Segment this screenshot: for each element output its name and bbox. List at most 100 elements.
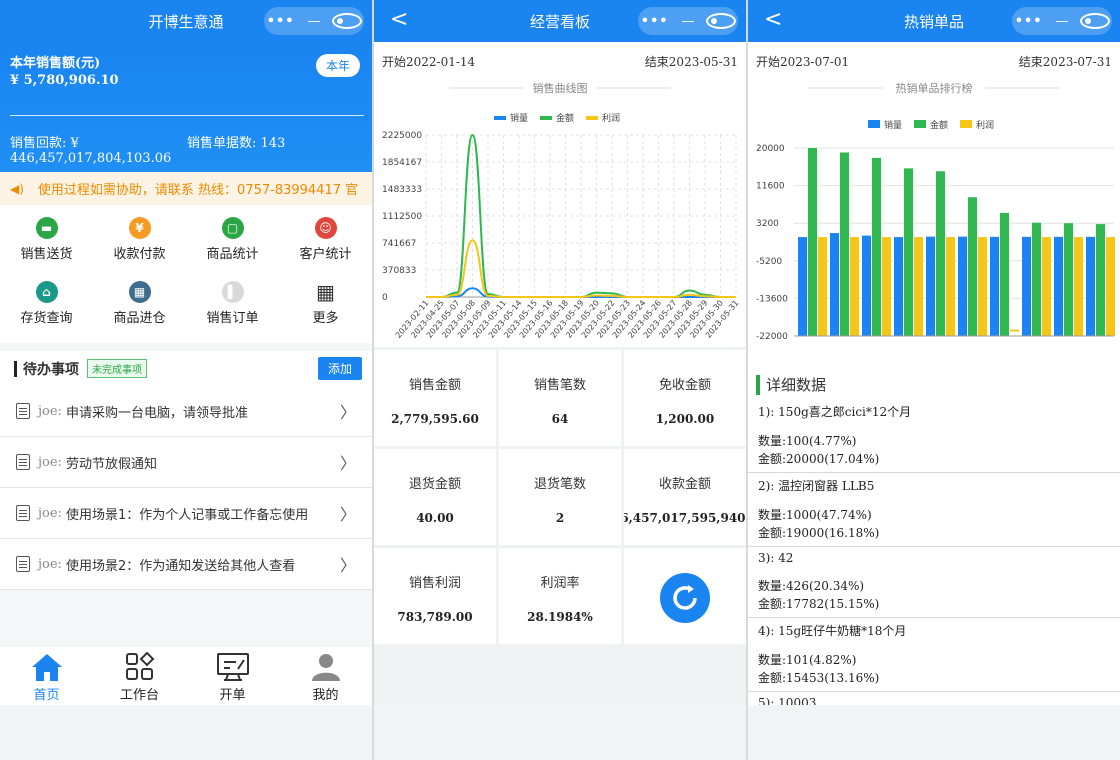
y-tick-label: 11600 xyxy=(756,182,785,192)
date-range: 开始2022-01-14 结束2023-05-31 xyxy=(374,42,746,80)
bar-销量 xyxy=(926,236,935,336)
sales-summary: 本年销售额(元) ¥ 5,780,906.10 本年 销售回款: ¥ 446,4… xyxy=(0,42,372,172)
kpi-card: 收款金额 446,457,017,595,940.94 xyxy=(624,449,746,545)
legend-swatch xyxy=(540,116,552,120)
tab-home[interactable]: 首页 xyxy=(0,647,93,705)
todo-item[interactable]: joe: 申请采购一台电脑，请领导批准 〉 xyxy=(0,386,372,437)
item-name: 3): 42 xyxy=(758,551,794,565)
item-qty: 数量:426(20.34%) xyxy=(758,579,865,593)
bar-利润 xyxy=(1106,237,1115,336)
legend-swatch xyxy=(868,120,880,128)
todo-badge: 未完成事项 xyxy=(87,359,147,378)
kpi-label: 免收金额 xyxy=(658,377,711,393)
grid-item-0[interactable]: ▬ 销售送货 xyxy=(0,217,93,281)
todo-user: joe: xyxy=(38,505,62,521)
kpi-label: 收款金额 xyxy=(658,476,711,492)
close-target-icon[interactable] xyxy=(332,13,363,29)
bar-销量 xyxy=(798,237,807,336)
detail-title: 详细数据 xyxy=(766,376,827,394)
document-icon xyxy=(16,505,30,521)
grid-item-1[interactable]: ¥ 收款付款 xyxy=(93,217,186,281)
tab-mine-label: 我的 xyxy=(312,688,339,703)
bar-利润 xyxy=(882,237,891,336)
collection-label: 销售回款: ¥ xyxy=(10,136,79,151)
notice-bar: ◀) 使用过程如需协助，请联系 热线：0757-83994417 官 xyxy=(0,172,372,205)
bar-销量 xyxy=(990,236,999,336)
start-date[interactable]: 开始2022-01-14 xyxy=(382,53,475,70)
tab-mine[interactable]: 我的 xyxy=(279,647,372,705)
minimize-icon[interactable]: — xyxy=(1047,14,1077,29)
section-marker xyxy=(14,360,17,377)
apps-icon xyxy=(125,652,154,680)
todo-item[interactable]: joe: 使用场景1：作为个人记事或工作备忘使用 〉 xyxy=(0,488,372,539)
truck-icon: ▬ xyxy=(35,217,58,239)
detail-list: 1): 150g喜之郎cici*12个月 数量:100(4.77%) 金额:2000… xyxy=(748,399,1120,705)
kpi-label: 退货金额 xyxy=(408,476,461,492)
minimize-icon[interactable]: — xyxy=(299,14,329,29)
y-tick-label: -13600 xyxy=(756,294,788,304)
kpi-label: 销售笔数 xyxy=(533,377,586,393)
todo-item[interactable]: joe: 劳动节放假通知 〉 xyxy=(0,437,372,488)
refresh-icon[interactable] xyxy=(660,573,710,623)
year-sales-amount: ¥ 5,780,906.10 xyxy=(10,73,119,88)
box-icon: ▢ xyxy=(221,217,244,239)
legend-label: 销量 xyxy=(884,119,902,131)
kpi-value: 2,779,595.60 xyxy=(391,412,479,427)
kpi-card: 销售笔数 64 xyxy=(499,350,621,446)
y-tick-label: -22000 xyxy=(756,332,788,342)
bar-利润 xyxy=(1074,237,1083,336)
item-amount: 金额:20000(17.04%) xyxy=(758,452,880,466)
back-icon[interactable]: < xyxy=(390,9,408,31)
function-grid: ▬ 销售送货 ¥ 收款付款 ▢ 商品统计 ☺ 客户统计 ⌂ 存货查询 ▦ 商品进仓 ▌ 销售订单 ▦ 更多 xyxy=(0,205,372,343)
bar-金额 xyxy=(936,171,945,336)
tab-workbench[interactable]: 工作台 xyxy=(93,647,186,705)
grid-item-6[interactable]: ▌ 销售订单 xyxy=(186,281,279,345)
more-dots-icon[interactable]: ••• xyxy=(640,14,670,29)
end-date[interactable]: 结束2023-05-31 xyxy=(645,53,738,70)
bar-销量 xyxy=(1022,236,1031,336)
chevron-right-icon: 〉 xyxy=(339,403,356,422)
bar-利润 xyxy=(978,237,987,336)
collection-stat: 销售回款: ¥ 446,457,017,804,103.06 xyxy=(10,132,171,166)
bar-金额 xyxy=(840,152,849,336)
start-date[interactable]: 开始2023-07-01 xyxy=(756,53,849,70)
todo-user: joe: xyxy=(38,403,62,419)
grid-item-5[interactable]: ▦ 商品进仓 xyxy=(93,281,186,345)
y-tick-label: 0 xyxy=(382,293,388,303)
todo-header: 待办事项 未完成事项 添加 xyxy=(0,351,372,386)
kpi-value: 446,457,017,595,940.94 xyxy=(624,511,746,526)
kpi-label: 退货笔数 xyxy=(533,476,586,492)
back-icon[interactable]: < xyxy=(764,9,782,31)
close-target-icon[interactable] xyxy=(1080,13,1111,29)
title-bar: < 经营看板 ••• — xyxy=(374,0,746,42)
grid-item-label: 客户统计 xyxy=(299,247,352,262)
detail-item: 1): 150g喜之郎cici*12个月 数量:100(4.77%) 金额:2000… xyxy=(748,399,1120,473)
hot-items-bar-chart: 热销单品排行榜 销量 金额 利润 20000 11600 3200 -5200 -13600 -2… xyxy=(748,80,1120,364)
speaker-icon: ◀) xyxy=(10,181,24,196)
minimize-icon[interactable]: — xyxy=(673,14,703,29)
item-amount: 金额:19000(16.18%) xyxy=(758,526,880,540)
grid-item-2[interactable]: ▢ 商品统计 xyxy=(186,217,279,281)
bar-销量 xyxy=(958,236,967,336)
chart-title: 销售曲线图 xyxy=(533,81,588,95)
title-bar: < 热销单品 ••• — xyxy=(748,0,1120,42)
year-filter-button[interactable]: 本年 xyxy=(315,54,360,77)
grid-item-4[interactable]: ⌂ 存货查询 xyxy=(0,281,93,345)
todo-text: 劳动节放假通知 xyxy=(65,456,157,472)
more-dots-icon[interactable]: ••• xyxy=(266,14,296,29)
warehouse-icon: ⌂ xyxy=(35,281,58,303)
end-date[interactable]: 结束2023-07-31 xyxy=(1019,53,1112,70)
mini-program-capsule: ••• — xyxy=(264,7,364,35)
todo-item[interactable]: joe: 使用场景2：作为通知发送给其他人查看 〉 xyxy=(0,539,372,590)
document-icon xyxy=(16,403,30,419)
more-dots-icon[interactable]: ••• xyxy=(1014,14,1044,29)
document-icon xyxy=(16,454,30,470)
y-tick-label: -5200 xyxy=(756,257,782,267)
grid-item-3[interactable]: ☺ 客户统计 xyxy=(279,217,372,281)
grid-item-7[interactable]: ▦ 更多 xyxy=(279,280,372,345)
refresh-card[interactable] xyxy=(624,548,746,644)
add-todo-button[interactable]: 添加 xyxy=(317,357,362,380)
close-target-icon[interactable] xyxy=(706,13,737,29)
kpi-card: 免收金额 1,200.00 xyxy=(624,350,746,446)
tab-order[interactable]: 开单 xyxy=(186,647,279,705)
